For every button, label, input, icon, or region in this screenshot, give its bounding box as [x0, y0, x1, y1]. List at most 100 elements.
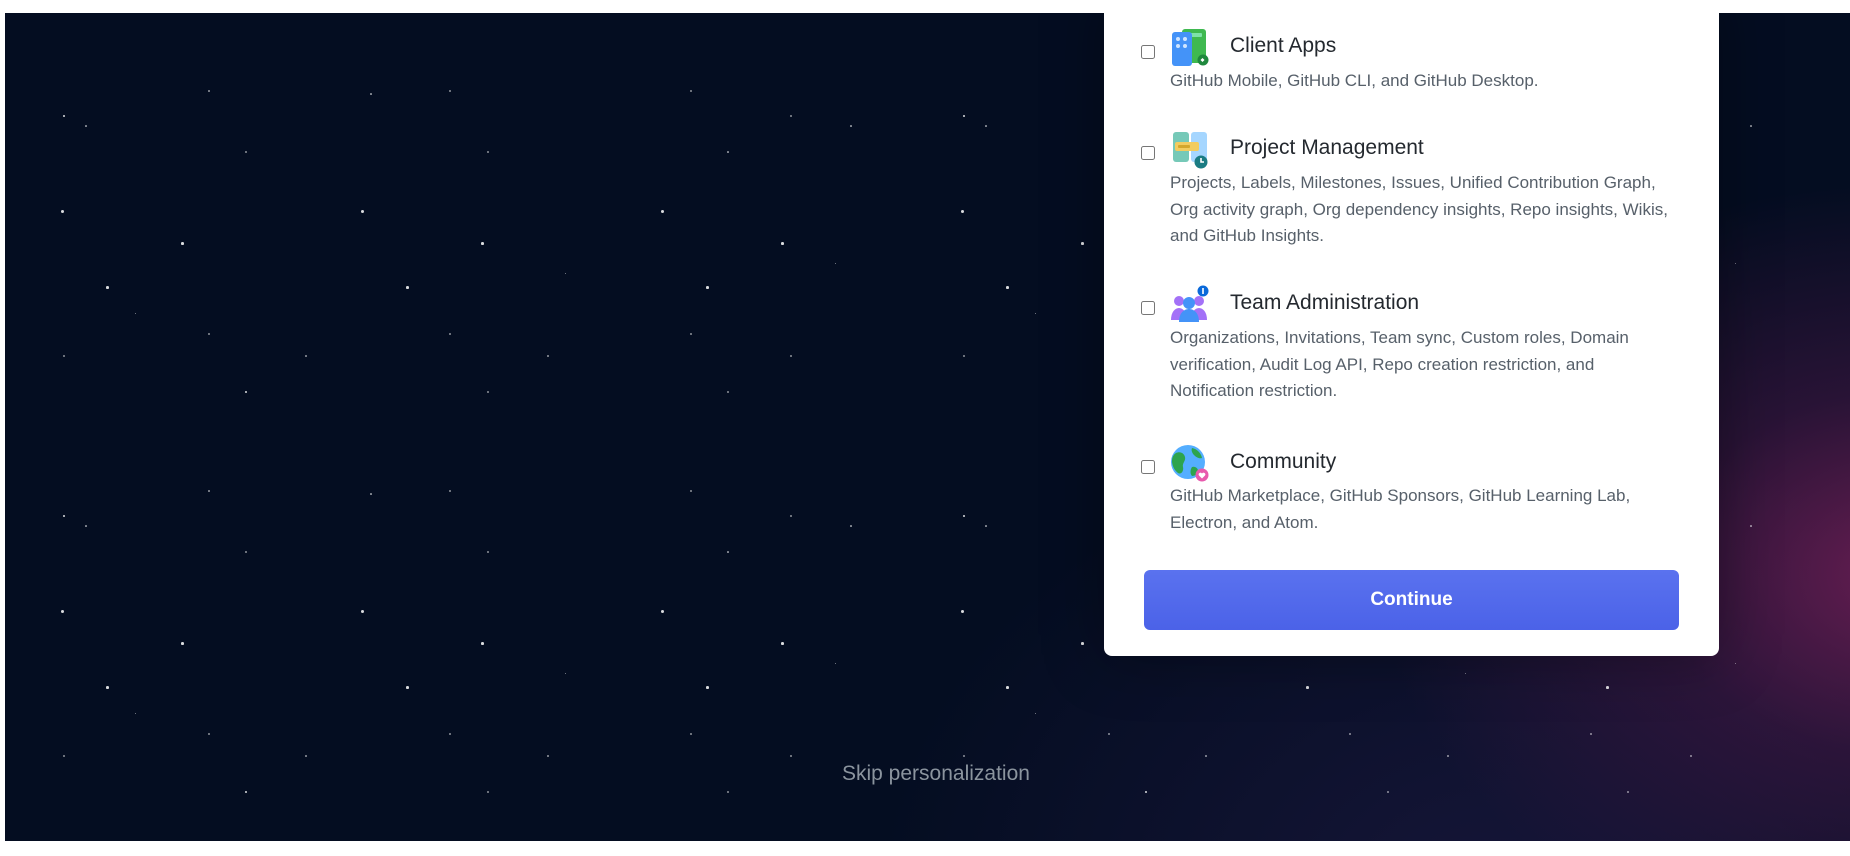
star	[487, 151, 489, 153]
star	[835, 663, 837, 665]
community-checkbox[interactable]	[1141, 460, 1155, 474]
star	[963, 515, 966, 518]
star	[1006, 286, 1009, 289]
star	[61, 610, 64, 613]
star	[370, 493, 372, 495]
community-title: Community	[1230, 450, 1337, 473]
star	[1735, 263, 1737, 265]
team-administration-description: Organizations, Invitations, Team sync, C…	[1170, 328, 1629, 400]
star	[547, 355, 549, 357]
star	[661, 610, 664, 613]
star	[449, 90, 452, 93]
star	[781, 242, 784, 245]
star	[690, 733, 693, 736]
star	[963, 355, 965, 357]
project-management-description: Projects, Labels, Milestones, Issues, Un…	[1170, 173, 1668, 245]
star	[661, 210, 664, 213]
star	[135, 713, 137, 715]
star	[1306, 686, 1309, 689]
star	[305, 755, 307, 757]
star	[1735, 663, 1737, 665]
star	[106, 686, 109, 689]
star	[63, 515, 66, 518]
star	[1447, 755, 1449, 757]
star	[781, 642, 784, 645]
client-apps-description: GitHub Mobile, GitHub CLI, and GitHub De…	[1170, 71, 1539, 90]
star	[1108, 733, 1110, 735]
star	[690, 333, 693, 336]
client-apps-checkbox[interactable]	[1141, 45, 1155, 59]
star	[985, 125, 987, 127]
personalization-card: Client Apps GitHub Mobile, GitHub CLI, a…	[1104, 13, 1719, 656]
star	[706, 686, 709, 689]
community-description: GitHub Marketplace, GitHub Sponsors, Git…	[1170, 486, 1631, 532]
project-management-checkbox[interactable]	[1141, 146, 1155, 160]
star	[370, 93, 372, 95]
star	[1145, 791, 1148, 794]
star	[963, 115, 966, 118]
star	[208, 90, 210, 92]
star	[1606, 686, 1609, 689]
client-apps-icon	[1170, 28, 1210, 68]
star	[1750, 125, 1752, 127]
star	[1690, 755, 1692, 757]
star	[1006, 686, 1009, 689]
star	[961, 210, 964, 213]
star	[1081, 642, 1084, 645]
star	[245, 151, 248, 154]
star	[208, 733, 210, 735]
star	[245, 391, 248, 394]
star	[406, 286, 409, 289]
star	[835, 263, 837, 265]
star	[208, 333, 210, 335]
star	[790, 755, 792, 757]
star	[1349, 733, 1352, 736]
star	[1627, 791, 1630, 794]
team-administration-checkbox[interactable]	[1141, 301, 1155, 315]
star	[63, 115, 66, 118]
star	[790, 115, 792, 117]
star	[361, 210, 364, 213]
star	[790, 355, 792, 357]
star	[706, 286, 709, 289]
star	[547, 755, 549, 757]
star	[245, 791, 248, 794]
star	[961, 610, 964, 613]
star	[361, 610, 364, 613]
onboarding-background: Client Apps GitHub Mobile, GitHub CLI, a…	[5, 13, 1850, 841]
community-icon	[1170, 443, 1210, 483]
star	[63, 355, 65, 357]
continue-button[interactable]: Continue	[1144, 570, 1679, 630]
star	[985, 525, 987, 527]
star	[181, 642, 184, 645]
star	[1465, 673, 1467, 675]
star	[481, 642, 484, 645]
star	[727, 791, 730, 794]
star	[63, 755, 65, 757]
star	[1035, 713, 1037, 715]
star	[1205, 755, 1207, 757]
star	[487, 391, 490, 394]
star	[487, 551, 489, 553]
skip-personalization-link[interactable]: Skip personalization	[842, 762, 1030, 786]
star	[690, 90, 693, 93]
star	[449, 490, 452, 493]
star	[690, 490, 693, 493]
star	[850, 125, 852, 127]
star	[245, 551, 248, 554]
star	[727, 551, 729, 553]
project-management-title: Project Management	[1230, 136, 1424, 159]
star	[727, 151, 729, 153]
star	[449, 333, 452, 336]
star	[181, 242, 184, 245]
star	[487, 791, 490, 794]
star	[449, 733, 452, 736]
star	[1590, 733, 1593, 736]
team-administration-icon	[1170, 284, 1210, 324]
star	[61, 210, 64, 213]
star	[565, 273, 567, 275]
star	[1081, 242, 1084, 245]
star	[85, 525, 87, 527]
star	[963, 755, 965, 757]
star	[1035, 313, 1037, 315]
